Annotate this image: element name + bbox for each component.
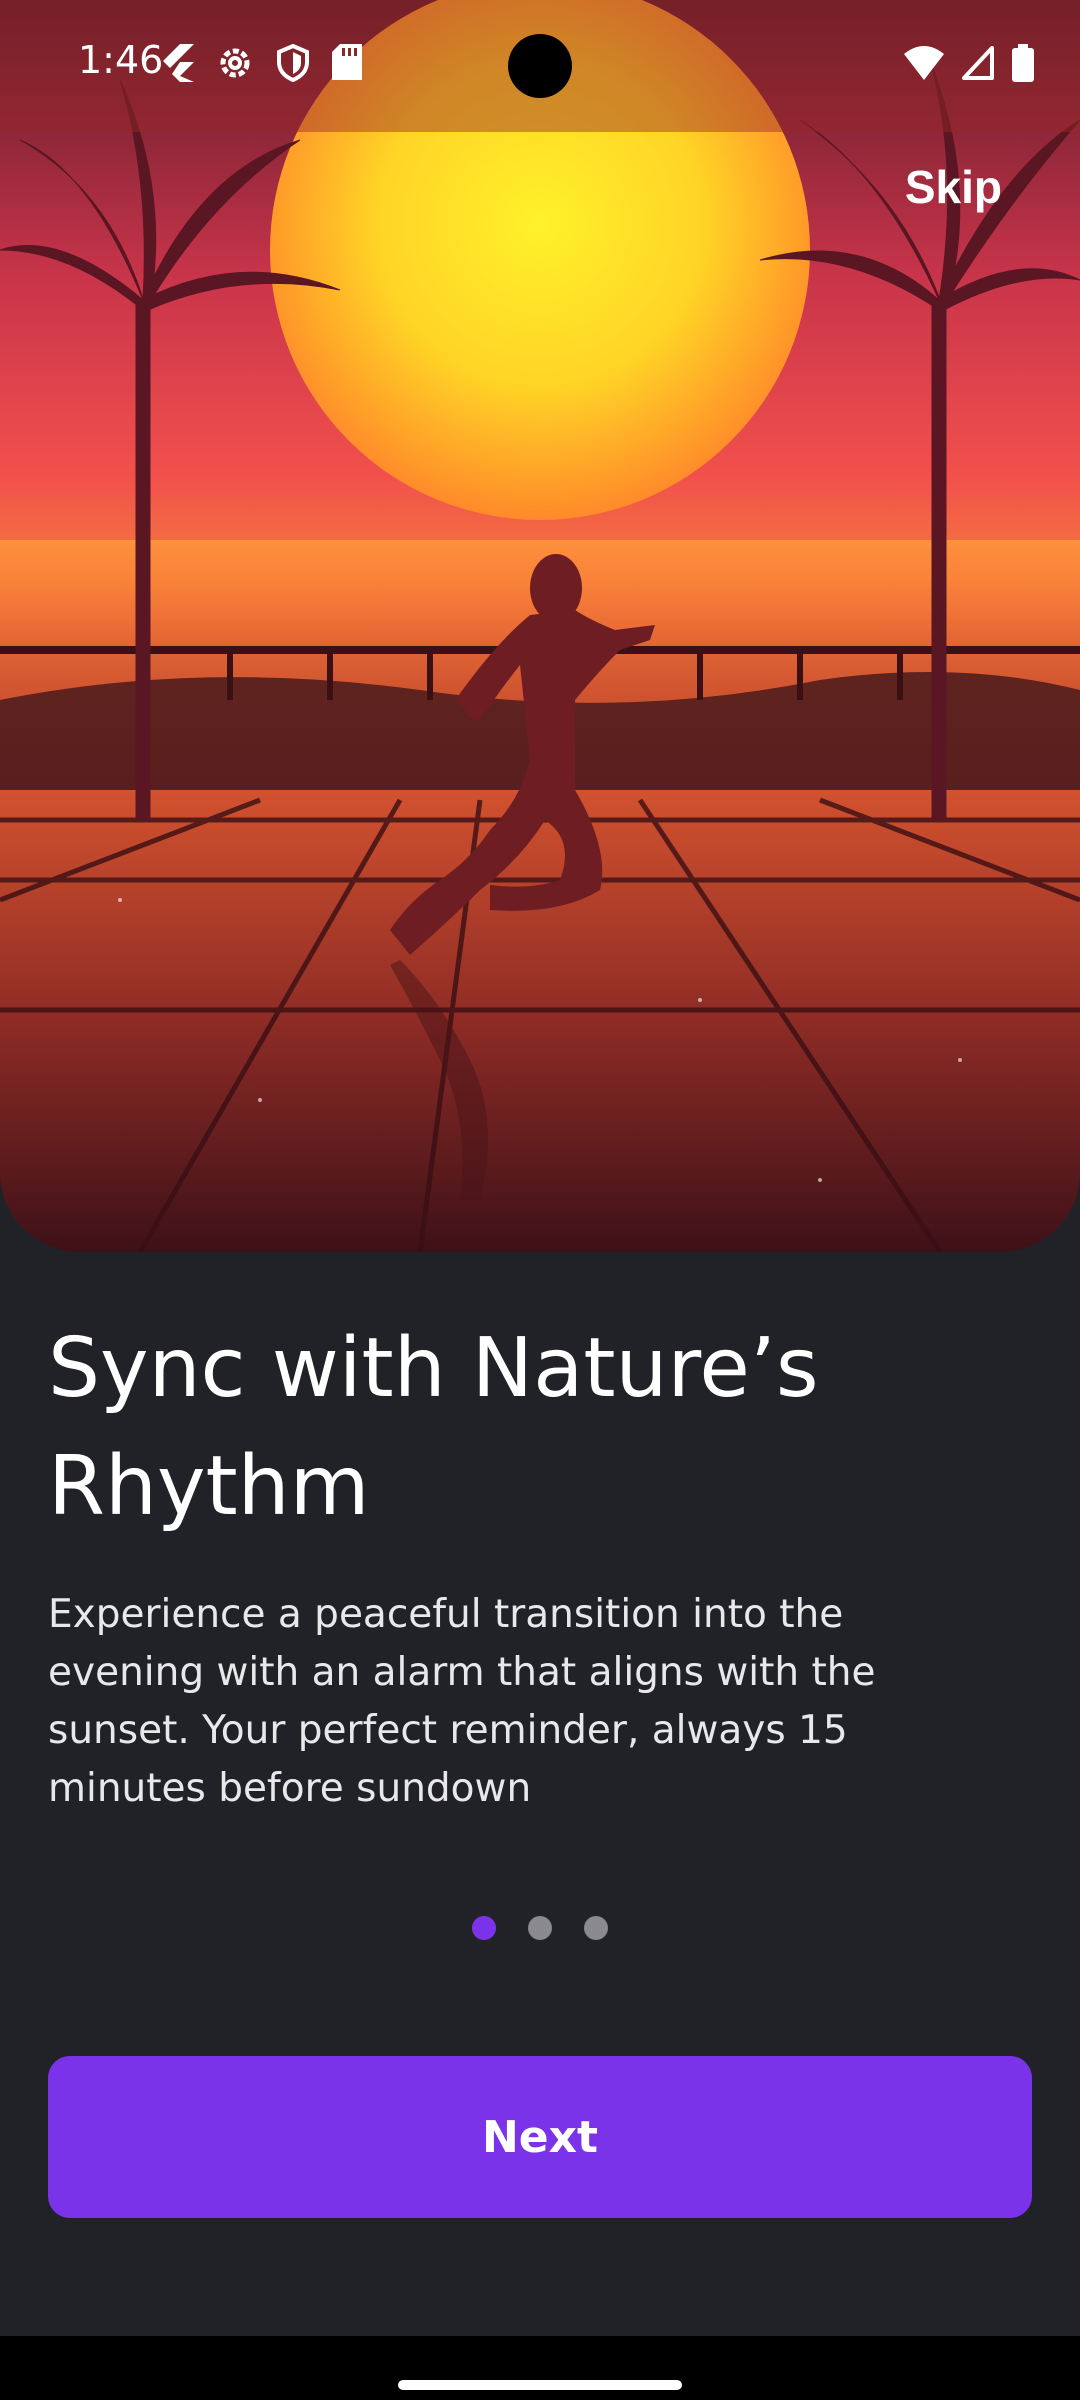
status-system-icons <box>904 44 1034 82</box>
page-indicator <box>0 1916 1080 1940</box>
next-button[interactable]: Next <box>48 2056 1032 2218</box>
sd-card-icon <box>332 44 362 80</box>
home-gesture-handle[interactable] <box>398 2380 682 2390</box>
status-bar: 1:46 <box>0 0 1080 132</box>
cellular-signal-icon <box>962 46 994 80</box>
battery-icon <box>1012 44 1034 82</box>
page-dot-3[interactable] <box>584 1916 608 1940</box>
onboarding-description: Experience a peaceful transition into th… <box>48 1592 876 1811</box>
page-dot-1[interactable] <box>472 1916 496 1940</box>
skip-button[interactable]: Skip <box>905 160 1002 214</box>
front-camera-cutout <box>508 34 572 98</box>
wifi-icon <box>904 46 944 80</box>
shield-icon <box>277 44 309 82</box>
flutter-icon <box>163 44 194 82</box>
gear-icon <box>220 48 250 78</box>
status-notification-icons <box>160 44 362 82</box>
onboarding-title: Sync with Nature’s Rhythm <box>48 1321 819 1534</box>
page-dot-2[interactable] <box>528 1916 552 1940</box>
navigation-bar <box>0 2336 1080 2400</box>
status-time: 1:46 <box>78 38 164 82</box>
